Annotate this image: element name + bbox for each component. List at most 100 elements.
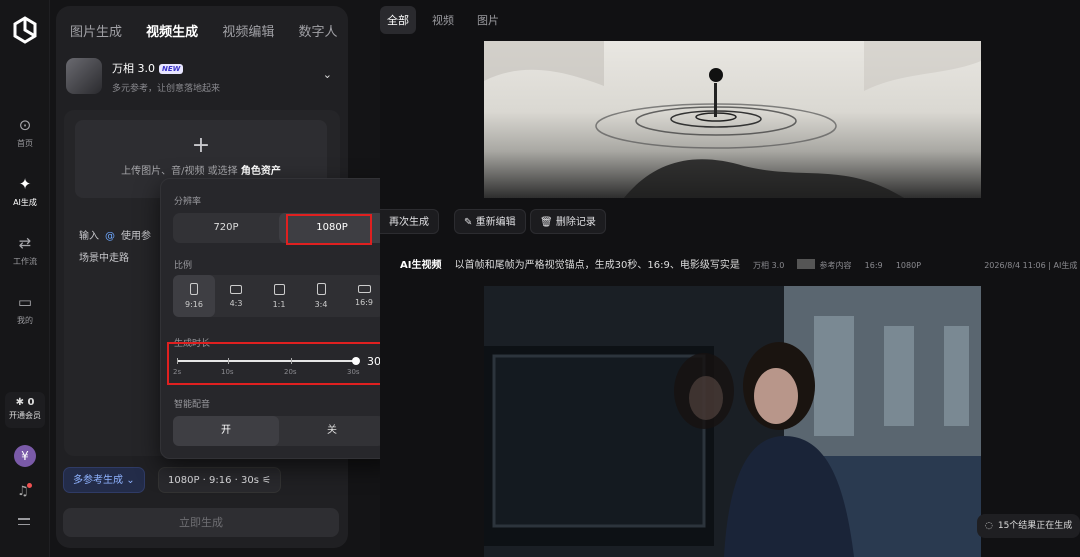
progress-text: 15个结果正在生成 bbox=[997, 521, 1073, 531]
folder-icon: ▭ bbox=[17, 293, 33, 311]
rail-label: AI生成 bbox=[13, 198, 37, 207]
record-prompt[interactable]: 以首帧和尾帧为严格视觉锚点，生成30秒、16:9、电影级写实是 bbox=[455, 260, 740, 271]
highlight-box bbox=[167, 342, 393, 385]
audio-label: 智能配音 bbox=[174, 400, 211, 410]
subway-video-frame[interactable] bbox=[484, 286, 981, 557]
delete-label: 删除记录 bbox=[555, 217, 596, 228]
rail-item-ai-generate[interactable]: ✦ AI生成 bbox=[0, 175, 50, 208]
menu-icon[interactable] bbox=[18, 518, 30, 529]
record-ratio: 16:9 bbox=[864, 261, 883, 270]
results-area: 全部 视频 图片 再次生成 ✎ 重新编辑 🗑 删除记录 AI生视频 以首帧和尾帧为严… bbox=[380, 0, 1080, 557]
edit-icon: ✎ bbox=[464, 217, 473, 228]
audio-toggle: 开 关 bbox=[173, 416, 385, 446]
model-subtitle: 多元参考，让创意落地起来 bbox=[112, 84, 221, 94]
audio-on[interactable]: 开 bbox=[173, 416, 279, 446]
avatar[interactable]: ¥ bbox=[14, 445, 36, 467]
subway-scene-illustration bbox=[484, 286, 981, 557]
vip-button[interactable]: ✱ 0 开通会员 bbox=[5, 392, 45, 428]
square-icon bbox=[273, 284, 285, 295]
tab-image-generate[interactable]: 图片生成 bbox=[70, 21, 122, 40]
generate-button[interactable]: 立即生成 bbox=[63, 508, 339, 537]
app-logo-icon[interactable] bbox=[11, 16, 39, 44]
ratio-4-3[interactable]: 4:3 bbox=[215, 275, 257, 317]
ratio-16-9[interactable]: 16:9 bbox=[343, 275, 385, 317]
chevron-down-icon: ⌄ bbox=[126, 475, 135, 486]
landscape-icon bbox=[230, 285, 242, 294]
ratio-1-1[interactable]: 1:1 bbox=[258, 275, 300, 317]
upload-text: 上传图片、音/视频 或选择 角色资产 bbox=[75, 162, 327, 177]
tab-video-generate[interactable]: 视频生成 bbox=[146, 21, 198, 40]
prompt-prefix: 输入 bbox=[79, 231, 99, 242]
record-info: AI生视频 以首帧和尾帧为严格视觉锚点，生成30秒、16:9、电影级写实是 万相… bbox=[400, 256, 1077, 271]
portrait-icon bbox=[190, 283, 198, 295]
ratio-selector: 9:16 4:3 1:1 3:4 16:9 bbox=[173, 275, 385, 317]
resolution-720p[interactable]: 720P bbox=[173, 213, 279, 243]
model-thumbnail[interactable] bbox=[66, 58, 102, 94]
ratio-label-text: 1:1 bbox=[272, 300, 286, 309]
ratio-label-text: 9:16 bbox=[185, 300, 203, 309]
upload-hint: 上传图片、音/视频 或选择 bbox=[121, 166, 238, 177]
vip-count: 0 bbox=[27, 397, 35, 408]
delete-record-button[interactable]: 🗑 删除记录 bbox=[530, 209, 606, 234]
model-name[interactable]: 万相 3.0 NEW bbox=[112, 60, 184, 76]
sparkle-icon: ✦ bbox=[18, 175, 32, 193]
progress-indicator[interactable]: ◌ 15个结果正在生成 bbox=[977, 514, 1080, 538]
rail-item-workflow[interactable]: ⇄ 工作流 bbox=[0, 234, 50, 267]
regenerate-button[interactable]: 再次生成 bbox=[380, 209, 439, 234]
filter-video[interactable]: 视频 bbox=[425, 6, 461, 34]
ink-drop-illustration bbox=[484, 41, 981, 198]
prompt-field[interactable]: 输入 @ 使用参 场景中走路 bbox=[79, 226, 151, 270]
reference-thumbnail bbox=[797, 259, 816, 269]
settings-popup: 分辨率 720P 1080P 比例 9:16 4:3 1:1 3:4 16:9 … bbox=[160, 178, 398, 459]
regenerate-label: 再次生成 bbox=[389, 217, 429, 228]
tab-digital-human[interactable]: 数字人 bbox=[298, 21, 337, 40]
vip-label: 开通会员 bbox=[9, 411, 41, 420]
ratio-9-16[interactable]: 9:16 bbox=[173, 275, 215, 317]
record-resolution: 1080P bbox=[895, 261, 922, 270]
prompt-use: 使用参 bbox=[121, 231, 151, 242]
rail-item-mine[interactable]: ▭ 我的 bbox=[0, 293, 50, 326]
ratio-label-text: 3:4 bbox=[314, 300, 328, 309]
notification-dot bbox=[26, 483, 32, 488]
chevron-down-icon[interactable]: ⌄ bbox=[323, 68, 332, 81]
rail-label: 工作流 bbox=[13, 257, 37, 266]
audio-off[interactable]: 关 bbox=[279, 416, 385, 446]
mode-select[interactable]: 多参考生成 ⌄ bbox=[63, 467, 145, 493]
tab-video-edit[interactable]: 视频编辑 bbox=[222, 21, 274, 40]
ratio-3-4[interactable]: 3:4 bbox=[300, 275, 342, 317]
highlight-box bbox=[286, 214, 372, 245]
at-mention-icon[interactable]: @ bbox=[105, 226, 115, 248]
ink-water-image[interactable] bbox=[484, 41, 981, 198]
bell-icon[interactable]: ♫ bbox=[17, 483, 32, 499]
rail-label: 我的 bbox=[17, 316, 33, 325]
filter-all[interactable]: 全部 bbox=[380, 6, 416, 34]
left-rail: ⊙ 首页 ✦ AI生成 ⇄ 工作流 ▭ 我的 ✱ 0 开通会员 ¥ ♫ bbox=[0, 0, 50, 557]
filter-tabs: 全部 视频 图片 bbox=[380, 6, 515, 34]
character-assets-link[interactable]: 角色资产 bbox=[241, 166, 281, 177]
model-name-text: 万相 3.0 bbox=[112, 62, 155, 75]
plus-icon: + bbox=[191, 133, 211, 158]
trash-icon: 🗑 bbox=[540, 217, 553, 228]
settings-chip[interactable]: 1080P · 9:16 · 30s ⚟ bbox=[158, 467, 282, 493]
new-badge: NEW bbox=[159, 64, 184, 74]
record-time: 2026/8/4 11:06 | AI生成 bbox=[984, 261, 1078, 270]
prompt-line2: 场景中走路 bbox=[79, 253, 129, 264]
re-edit-label: 重新编辑 bbox=[475, 217, 516, 228]
sliders-icon: ⚟ bbox=[262, 475, 272, 486]
ratio-label-text: 4:3 bbox=[229, 299, 243, 308]
portrait-icon bbox=[316, 283, 326, 295]
rail-label: 首页 bbox=[17, 139, 33, 148]
compass-icon: ⊙ bbox=[18, 116, 32, 134]
rail-item-home[interactable]: ⊙ 首页 bbox=[0, 116, 50, 149]
reference-label: 参考内容 bbox=[819, 261, 852, 270]
re-edit-button[interactable]: ✎ 重新编辑 bbox=[454, 209, 526, 234]
reference-content[interactable]: 参考内容 bbox=[797, 259, 852, 270]
panel-tabs: 图片生成 视频生成 视频编辑 数字人 bbox=[70, 21, 348, 40]
resolution-label: 分辨率 bbox=[174, 197, 202, 207]
spinner-icon: ◌ bbox=[985, 521, 993, 531]
filter-image[interactable]: 图片 bbox=[470, 6, 506, 34]
record-tag: AI生视频 bbox=[400, 260, 442, 271]
record-model: 万相 3.0 bbox=[753, 261, 785, 270]
ratio-label: 比例 bbox=[174, 261, 193, 271]
ratio-label-text: 16:9 bbox=[355, 298, 373, 307]
